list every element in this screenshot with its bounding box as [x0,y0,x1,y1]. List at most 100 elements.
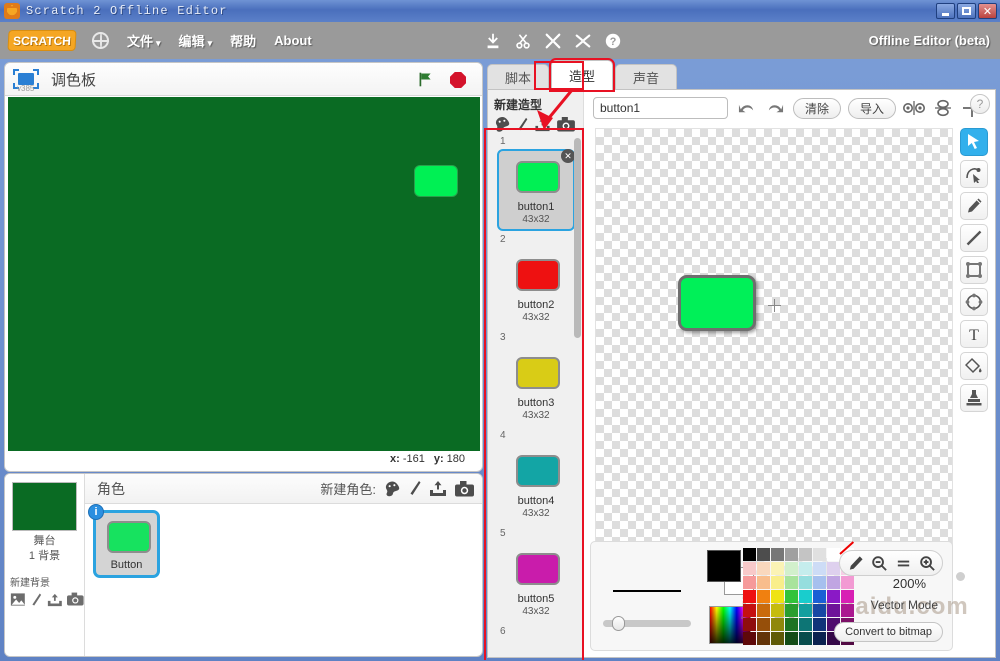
canvas-shape-rounded-rect[interactable] [678,275,756,331]
color-swatch[interactable] [799,548,812,561]
color-swatch[interactable] [785,590,798,603]
color-swatch[interactable] [757,590,770,603]
paint-help-button[interactable]: ? [970,94,990,114]
tab-scripts[interactable]: 脚本 [487,64,549,90]
costume-item-6[interactable]: 6 [497,626,575,639]
stamp-duplicate-icon[interactable] [484,32,502,50]
ellipse-tool[interactable] [960,288,988,316]
menu-item-edit[interactable]: 编辑▾ [179,31,213,50]
color-swatch[interactable] [771,576,784,589]
color-swatch[interactable] [827,576,840,589]
text-tool[interactable]: T [960,320,988,348]
color-swatch[interactable] [799,618,812,631]
eyedropper-icon[interactable] [844,553,866,573]
select-tool[interactable] [960,128,988,156]
drawing-canvas[interactable] [595,128,953,582]
scissors-cut-icon[interactable] [514,32,532,50]
color-swatch[interactable] [841,604,854,617]
color-swatch[interactable] [757,562,770,575]
maximize-button[interactable] [957,3,976,19]
paint-new-costume-icon[interactable] [494,117,511,132]
grow-icon[interactable] [544,32,562,50]
color-swatch[interactable] [799,576,812,589]
costume-name-input[interactable]: button1 [593,97,728,119]
color-swatch[interactable] [827,604,840,617]
color-swatch[interactable] [785,618,798,631]
color-swatch[interactable] [813,618,826,631]
scratch-logo[interactable]: SCRATCH [7,30,76,51]
costume-item-1[interactable]: 1 ✕ button1 43x32 [497,136,575,231]
color-swatch[interactable] [813,562,826,575]
green-flag-icon[interactable] [417,71,434,88]
color-swatch[interactable] [785,632,798,645]
flip-horizontal-icon[interactable] [903,98,925,118]
color-swatch[interactable] [743,590,756,603]
stage-canvas[interactable] [8,97,480,451]
camera-icon[interactable] [67,592,84,607]
color-swatch[interactable] [813,590,826,603]
color-swatch[interactable] [785,548,798,561]
sprite-card-button[interactable]: i Button [93,510,160,578]
color-swatch[interactable] [743,618,756,631]
sprite-info-badge[interactable]: i [88,504,104,520]
close-button[interactable]: ✕ [978,3,997,19]
color-swatch[interactable] [757,548,770,561]
brush-icon[interactable] [409,480,421,497]
color-swatch[interactable] [771,632,784,645]
camera-icon[interactable] [557,117,575,132]
help-icon[interactable]: ? [604,32,622,50]
menu-item-help[interactable]: 帮助 [230,31,256,50]
line-width-slider[interactable] [603,620,691,627]
color-swatch[interactable] [771,618,784,631]
shrink-icon[interactable] [574,32,592,50]
brush-icon[interactable] [31,592,42,608]
costume-item-5[interactable]: 5 button5 43x32 [497,528,575,623]
tab-sounds[interactable]: 声音 [615,64,677,90]
fill-tool[interactable] [960,352,988,380]
costume-list[interactable]: 1 ✕ button1 43x32 2 button2 [488,136,584,657]
upload-icon[interactable] [429,480,447,497]
brush-icon[interactable] [517,117,528,132]
stage-thumbnail[interactable] [12,482,77,531]
globe-icon[interactable] [92,32,109,49]
undo-icon[interactable] [735,98,757,118]
stage-sprite-button[interactable] [414,165,458,197]
minimize-button[interactable] [936,3,955,19]
color-swatch[interactable] [771,604,784,617]
line-tool[interactable] [960,224,988,252]
upload-icon[interactable] [47,592,63,608]
menu-item-about[interactable]: About [274,33,312,48]
costume-list-scrollbar[interactable] [574,138,581,338]
stamp-tool[interactable] [960,384,988,412]
clear-button[interactable]: 清除 [793,98,841,119]
costume-item-4[interactable]: 4 button4 43x32 [497,430,575,525]
upload-icon[interactable] [534,117,551,132]
stop-sign-icon[interactable] [450,72,466,88]
color-swatch[interactable] [827,548,840,561]
menu-item-file[interactable]: 文件▾ [127,31,161,50]
color-swatch[interactable] [757,576,770,589]
convert-to-bitmap-button[interactable]: Convert to bitmap [834,622,943,642]
color-swatch[interactable] [743,548,756,561]
color-swatch[interactable] [771,590,784,603]
redo-icon[interactable] [764,98,786,118]
zoom-in-icon[interactable] [916,553,938,573]
color-swatch[interactable] [841,576,854,589]
reshape-tool[interactable] [960,160,988,188]
zoom-reset-icon[interactable] [892,553,914,573]
color-swatch[interactable] [827,590,840,603]
zoom-out-icon[interactable] [868,553,890,573]
costume-item-2[interactable]: 2 button2 43x32 [497,234,575,329]
color-swatch[interactable] [771,548,784,561]
color-swatch[interactable] [785,562,798,575]
color-swatch[interactable] [743,576,756,589]
color-swatch[interactable] [743,632,756,645]
color-swatch[interactable] [771,562,784,575]
paint-new-sprite-icon[interactable] [384,481,401,497]
color-swatch[interactable] [813,632,826,645]
rectangle-tool[interactable] [960,256,988,284]
canvas-vertical-scroll-handle[interactable] [956,572,965,581]
color-swatch[interactable] [799,590,812,603]
picture-icon[interactable] [10,592,26,607]
pencil-tool[interactable] [960,192,988,220]
